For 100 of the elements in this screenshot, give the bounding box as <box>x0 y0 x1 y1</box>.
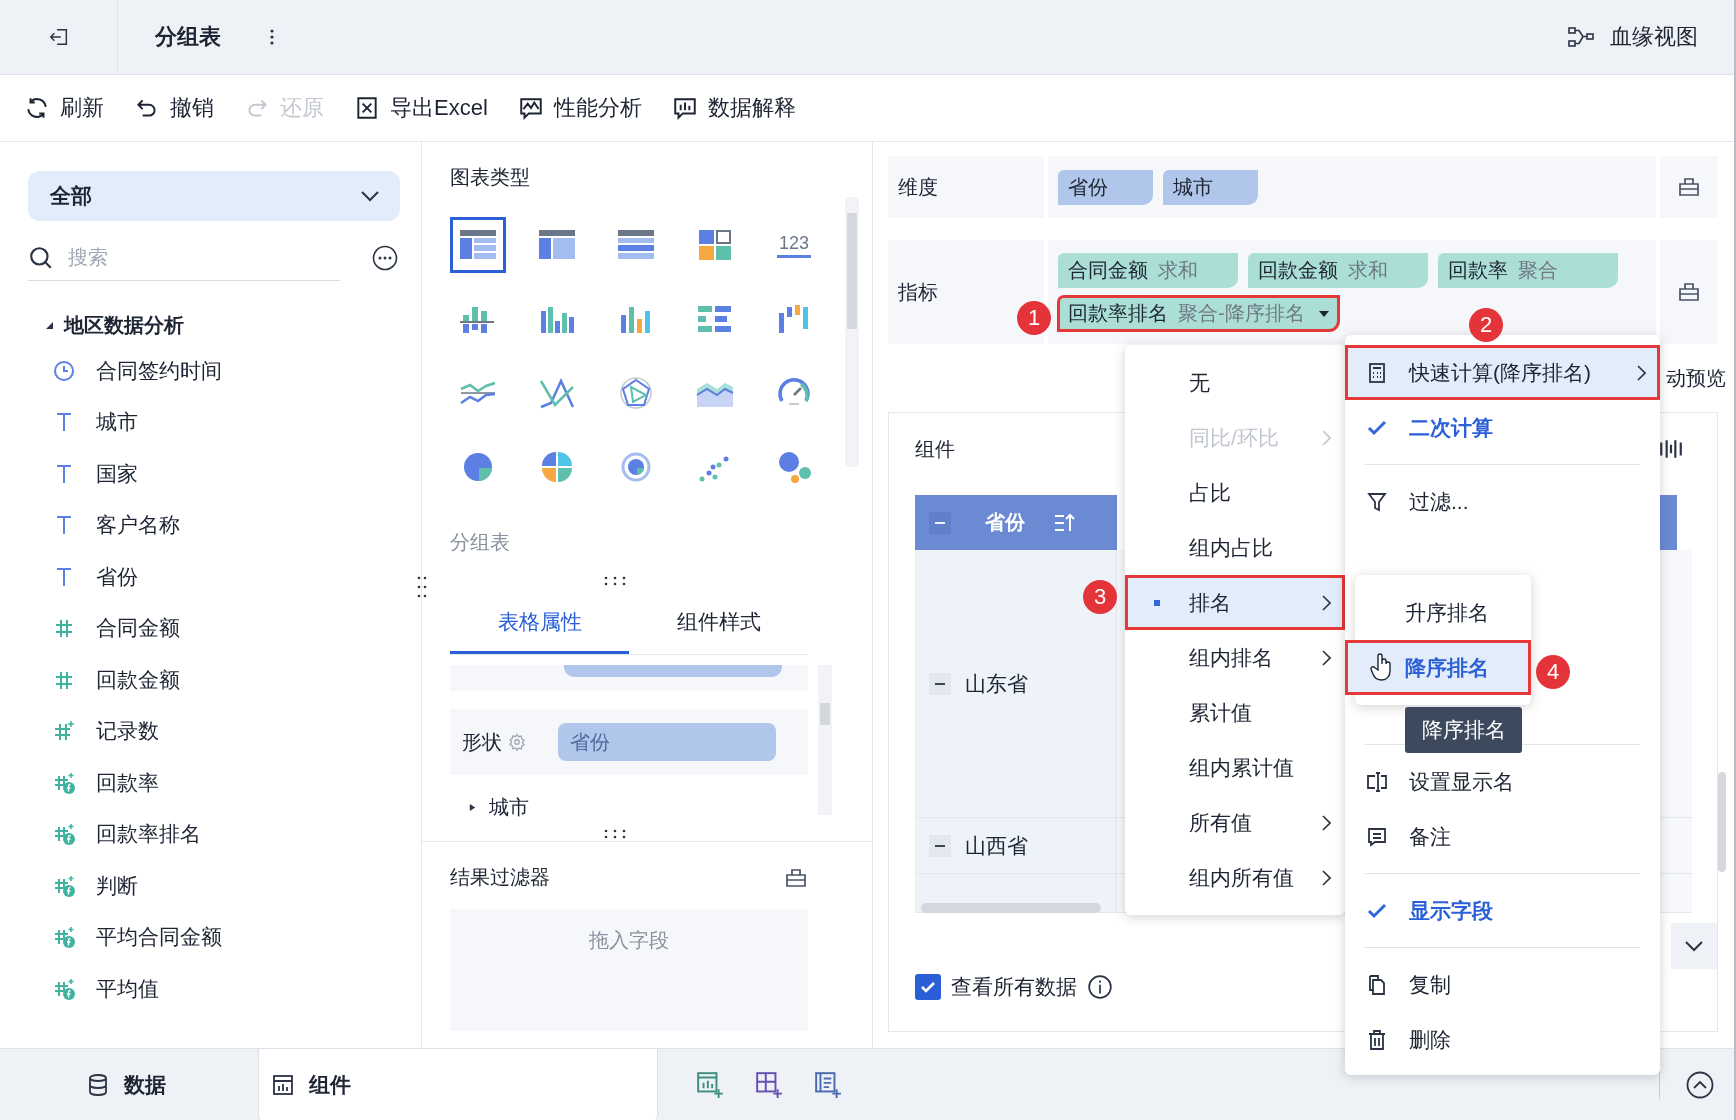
menu-item[interactable]: 所有值 <box>1125 795 1345 850</box>
menu-item[interactable]: 快速计算(降序排名) <box>1345 345 1660 400</box>
page-title: 分组表 <box>155 23 221 51</box>
scope-dropdown[interactable]: 全部 <box>28 171 400 221</box>
more-icon[interactable] <box>372 245 398 271</box>
field-label[interactable]: 客户名称 <box>96 511 180 540</box>
chart-type-name: 分组表 <box>450 530 511 555</box>
property-label: 形状 <box>462 729 502 755</box>
measure-chip[interactable]: 合同金额 求和 <box>1058 253 1238 288</box>
field-label[interactable]: 回款金额 <box>96 665 180 694</box>
field-label[interactable]: 国家 <box>96 459 138 488</box>
search-field[interactable]: 搜索 <box>68 237 298 278</box>
preview-label[interactable]: 动预览 <box>1666 364 1726 392</box>
data-tab[interactable]: 数据 <box>0 1048 258 1120</box>
chevron-down-icon <box>360 190 380 202</box>
field-label[interactable]: 城市 <box>489 793 529 821</box>
chevron-down-icon <box>1684 940 1704 952</box>
container-icon[interactable] <box>1677 175 1701 199</box>
field-label[interactable]: 合同签约时间 <box>96 356 222 385</box>
calculated-field-icon <box>52 770 76 795</box>
undo-button[interactable]: 撤销 <box>134 93 214 123</box>
field-chip[interactable] <box>564 665 782 677</box>
caret-icon[interactable] <box>1318 310 1329 317</box>
collapse-triangle-icon[interactable] <box>44 320 54 330</box>
scrollbar[interactable] <box>818 665 832 815</box>
field-label[interactable]: 平均值 <box>96 974 159 1003</box>
scrollbar[interactable] <box>921 903 1101 913</box>
tooltip: 降序排名 <box>1405 707 1522 753</box>
add-chart-icon[interactable] <box>696 1070 724 1099</box>
menu-item[interactable]: 二次计算 <box>1345 400 1660 455</box>
field-label[interactable]: 判断 <box>96 871 138 900</box>
field-label[interactable]: 回款率 <box>96 768 159 797</box>
chart-type-button[interactable] <box>450 217 506 273</box>
more-options-icon[interactable] <box>269 27 275 47</box>
search-icon[interactable] <box>28 244 54 271</box>
field-label[interactable]: 记录数 <box>96 717 159 746</box>
field-label[interactable]: 平均合同金额 <box>96 923 222 952</box>
menu-item[interactable]: 设置显示名 <box>1345 754 1660 809</box>
section-title: 组件 <box>915 436 955 462</box>
menu-item[interactable]: 组内所有值 <box>1125 850 1345 905</box>
chart-type-button[interactable]: 123 <box>766 217 822 273</box>
row-label: 山西省 <box>965 832 1028 859</box>
scrollbar[interactable] <box>845 197 859 467</box>
dimension-chip[interactable]: 省份 <box>1058 169 1153 205</box>
aggregation-label: 聚合-降序排名 <box>1178 301 1305 326</box>
performance-button[interactable]: 性能分析 <box>517 93 642 123</box>
explain-button[interactable]: 数据解释 <box>671 93 796 123</box>
add-report-icon[interactable] <box>814 1070 842 1099</box>
menu-item[interactable]: 删除 <box>1345 1012 1660 1067</box>
aggregation-label: 聚合 <box>1518 258 1558 283</box>
tab[interactable]: 组件样式 <box>629 592 808 654</box>
add-layout-icon[interactable] <box>755 1070 783 1099</box>
dimension-chip[interactable]: 城市 <box>1163 169 1258 205</box>
calculated-field-icon <box>52 873 76 898</box>
refresh-button[interactable]: 刷新 <box>24 93 104 123</box>
lineage-view-button[interactable]: 血缘视图 <box>1568 22 1698 52</box>
section-title: 结果过滤器 <box>450 865 550 890</box>
field-label[interactable]: 合同金额 <box>96 614 180 643</box>
menu-item[interactable]: 备注 <box>1345 809 1660 864</box>
collapse-icon[interactable] <box>929 672 951 695</box>
bar-chart-comment-icon <box>671 95 698 121</box>
menu-item[interactable]: 组内排名 <box>1125 630 1345 685</box>
menu-item[interactable]: 累计值 <box>1125 685 1345 740</box>
field-label[interactable]: 省份 <box>96 562 138 591</box>
checkbox[interactable] <box>915 974 941 1000</box>
menu-item[interactable]: 占比 <box>1125 465 1345 520</box>
menu-item[interactable]: 组内累计值 <box>1125 740 1345 795</box>
menu-item[interactable]: 复制 <box>1345 957 1660 1012</box>
row-label: 山东省 <box>965 670 1028 697</box>
folder-label[interactable]: 地区数据分析 <box>64 311 184 339</box>
expand-button[interactable] <box>1671 923 1717 969</box>
drag-handle-icon[interactable] <box>603 576 627 586</box>
text-cursor-icon <box>1365 769 1389 794</box>
measure-chip[interactable]: 回款率 聚合 <box>1438 253 1618 288</box>
menu-item[interactable]: 升序排名 <box>1345 585 1531 640</box>
expand-triangle-icon[interactable] <box>468 802 477 812</box>
menu-item[interactable]: 无 <box>1125 355 1345 410</box>
excel-button[interactable]: 导出Excel <box>354 93 488 123</box>
aggregation-label: 求和 <box>1158 258 1198 283</box>
menu-item[interactable]: 显示字段 <box>1345 883 1660 938</box>
menu-item[interactable]: 组内占比 <box>1125 520 1345 575</box>
collapse-up-icon[interactable] <box>1686 1070 1714 1099</box>
chart-icon <box>271 1072 295 1097</box>
measure-chip[interactable]: 回款金额 求和 <box>1248 253 1428 288</box>
scrollbar[interactable] <box>1718 772 1726 872</box>
menu-item[interactable]: 过滤... <box>1345 474 1660 529</box>
component-tab[interactable]: 组件 <box>258 1048 658 1120</box>
tab[interactable]: 表格属性 <box>450 592 629 654</box>
info-icon[interactable] <box>1087 974 1113 1000</box>
aggregation-label: 求和 <box>1348 258 1388 283</box>
field-label[interactable]: 回款率排名 <box>96 820 201 849</box>
field-label[interactable]: 城市 <box>96 408 138 437</box>
drag-handle-icon[interactable] <box>603 829 627 839</box>
container-icon[interactable] <box>1677 280 1701 304</box>
checkbox-label[interactable]: 查看所有数据 <box>951 973 1077 1001</box>
drag-handle-icon[interactable] <box>417 575 427 599</box>
menu-item[interactable]: 排名 <box>1125 575 1345 630</box>
collapse-icon[interactable] <box>929 834 951 857</box>
menu-item[interactable]: 降序排名 <box>1345 640 1531 695</box>
measure-chip[interactable]: 回款率排名 聚合-降序排名 <box>1058 296 1339 331</box>
